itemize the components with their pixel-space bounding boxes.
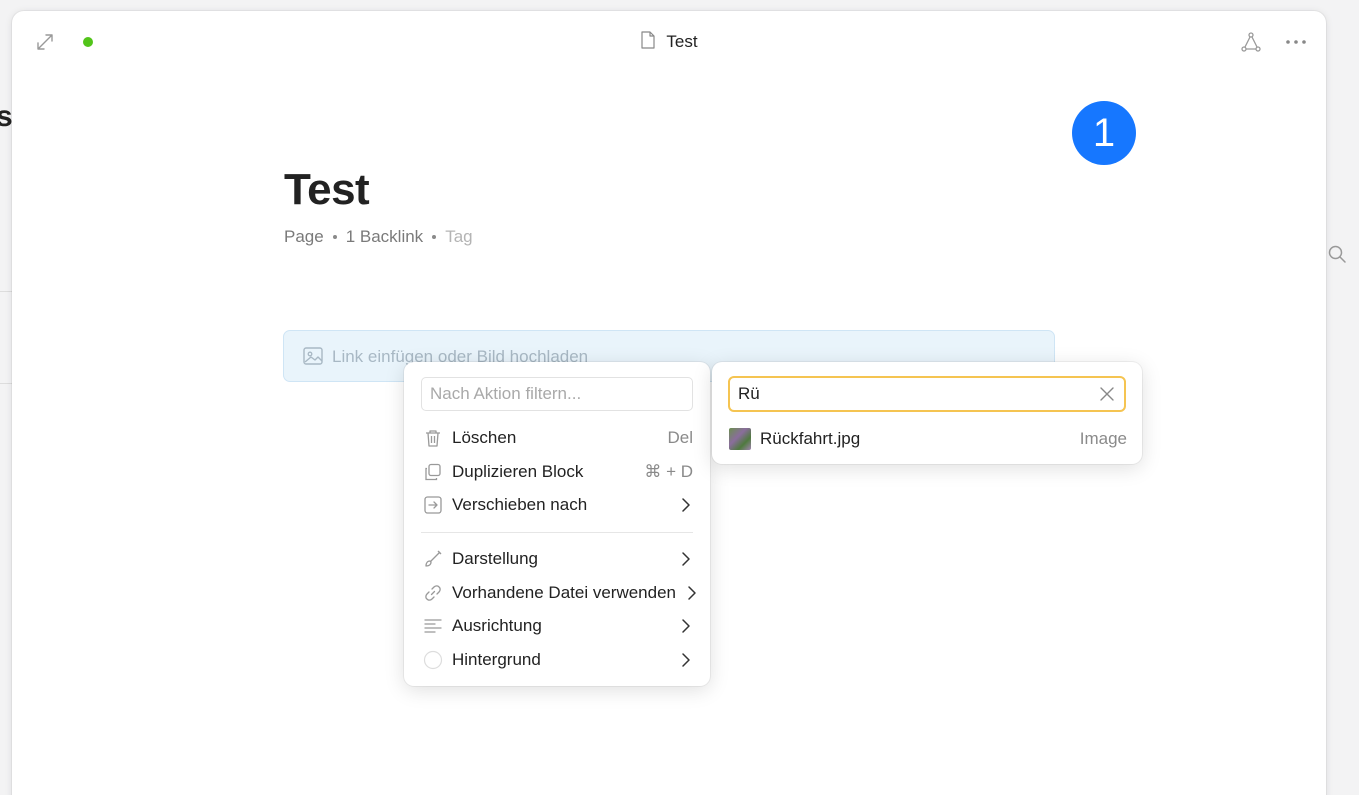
chevron-right-icon <box>682 653 690 667</box>
menu-item-alignment[interactable]: Ausrichtung <box>412 610 702 642</box>
background-divider <box>0 383 12 384</box>
menu-item-label: Verschieben nach <box>452 495 588 514</box>
file-search-input[interactable] <box>730 378 1090 410</box>
menu-item-label: Löschen <box>452 428 517 447</box>
clear-icon[interactable] <box>1099 386 1115 402</box>
page-meta: Page 1 Backlink Tag <box>284 227 473 247</box>
chevron-right-icon <box>682 552 690 566</box>
menu-item-shortcut: ⌘ + D <box>644 462 693 481</box>
step-number-badge: 1 <box>1072 101 1136 165</box>
image-thumbnail <box>729 428 751 450</box>
graph-icon[interactable] <box>1240 31 1262 53</box>
menu-item-appearance[interactable]: Darstellung <box>412 543 702 575</box>
window-title: Test <box>12 31 1326 52</box>
document-icon <box>641 31 656 49</box>
image-icon <box>303 347 323 365</box>
link-icon <box>425 585 441 601</box>
menu-item-label: Darstellung <box>452 549 538 568</box>
duplicate-icon <box>425 463 441 481</box>
circle-icon <box>423 650 443 670</box>
menu-item-background[interactable]: Hintergrund <box>412 644 702 676</box>
menu-item-delete[interactable]: Löschen Del <box>412 422 702 454</box>
menu-item-shortcut: Del <box>667 428 693 447</box>
trash-icon <box>426 430 440 447</box>
file-result-item[interactable]: Rückfahrt.jpg Image <box>720 422 1134 456</box>
chevron-right-icon <box>682 619 690 633</box>
file-search-field <box>728 376 1126 412</box>
menu-item-label: Hintergrund <box>452 650 541 669</box>
action-filter-input[interactable] <box>421 377 693 411</box>
add-tag-button[interactable]: Tag <box>445 227 472 247</box>
block-context-menu: Löschen Del Duplizieren Block ⌘ + D Vers… <box>404 362 710 686</box>
menu-item-duplicate[interactable]: Duplizieren Block ⌘ + D <box>412 456 702 488</box>
search-icon[interactable] <box>1327 244 1347 264</box>
window-title-text: Test <box>666 32 698 51</box>
menu-item-label: Duplizieren Block <box>452 462 584 481</box>
chevron-right-icon <box>682 498 690 512</box>
menu-item-label: Ausrichtung <box>452 616 542 635</box>
align-left-icon <box>424 619 442 633</box>
menu-divider <box>421 532 693 533</box>
menu-item-move-to[interactable]: Verschieben nach <box>412 489 702 521</box>
page-type-label: Page <box>284 227 324 246</box>
move-icon <box>424 496 442 514</box>
backlink-count[interactable]: 1 Backlink <box>346 227 423 247</box>
file-name: Rückfahrt.jpg <box>760 429 861 448</box>
page-title: Test <box>284 165 370 214</box>
file-type: Image <box>1079 429 1127 448</box>
meta-separator <box>432 235 437 239</box>
window-topbar: Test <box>12 11 1326 73</box>
meta-separator <box>332 235 337 239</box>
menu-item-label: Vorhandene Datei verwenden <box>452 583 676 602</box>
background-divider <box>0 291 12 292</box>
existing-file-popover: Rückfahrt.jpg Image <box>712 362 1142 464</box>
chevron-right-icon <box>688 586 696 600</box>
brush-icon <box>425 550 442 567</box>
menu-item-use-existing-file[interactable]: Vorhandene Datei verwenden <box>412 577 702 609</box>
more-icon[interactable] <box>1284 31 1308 53</box>
